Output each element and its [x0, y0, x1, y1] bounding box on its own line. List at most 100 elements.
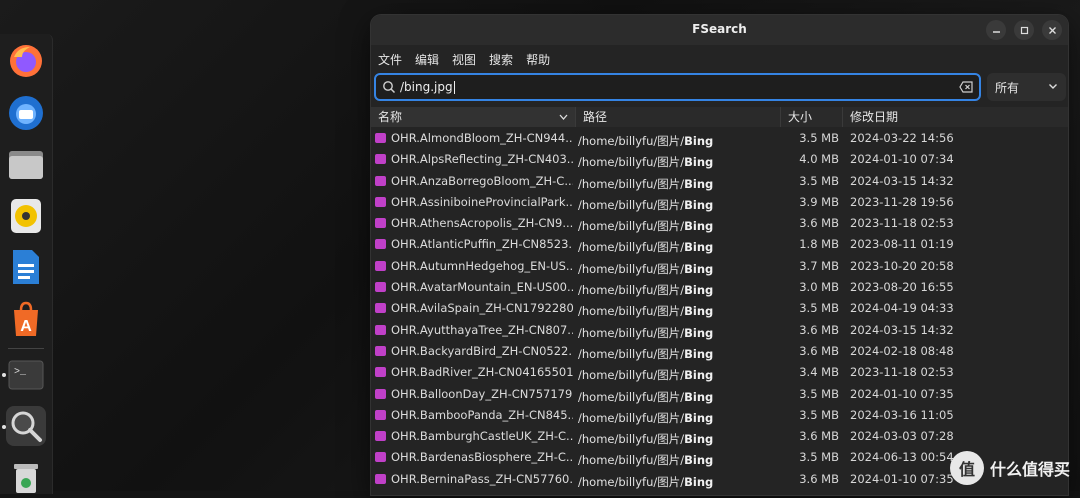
file-modified-date: 2024-06-13 00:54 [850, 450, 954, 465]
table-row[interactable]: OHR.BackyardBird_ZH-CN0522... /home/billy… [371, 341, 1068, 362]
watermark-text: 什么值得买 [989, 460, 1070, 479]
table-row[interactable]: OHR.BalloonDay_ZH-CN757179... /home/billy… [371, 384, 1068, 405]
filter-selected-label: 所有 [995, 81, 1020, 95]
table-row[interactable]: OHR.AlpsReflecting_ZH-CN403... /home/bill… [371, 149, 1068, 170]
file-size: 3.5 MB [799, 131, 839, 145]
image-file-icon [375, 218, 386, 229]
table-row[interactable]: OHR.AutumnHedgehog_EN-US... /home/billyfu… [371, 256, 1068, 277]
minimize-icon [992, 30, 1000, 33]
file-path-folder: Bing [684, 197, 714, 212]
column-header-path[interactable]: 路径 [576, 107, 781, 127]
file-path-prefix: /home/billyfu/图片/ [578, 155, 685, 170]
file-path-prefix: /home/billyfu/图片/ [578, 134, 685, 148]
menu-help[interactable]: 帮助 [525, 48, 556, 70]
menu-search[interactable]: 搜索 [488, 48, 519, 70]
watermark: 值 什么值得买 [949, 451, 1070, 485]
menu-file[interactable]: 文件 [377, 48, 408, 70]
table-row[interactable]: OHR.BadRiver_ZH-CN04165501... /home/billy… [371, 362, 1068, 383]
file-path-folder: Bing [684, 134, 714, 148]
image-file-icon [375, 260, 386, 271]
file-size: 3.0 MB [799, 280, 839, 295]
file-path-folder: Bing [684, 304, 714, 319]
thunderbird-icon[interactable] [6, 93, 46, 133]
search-query-text: /bing.jpg [400, 80, 455, 94]
file-name: OHR.AnzaBorregoBloom_ZH-C... [391, 173, 573, 188]
image-file-icon [375, 431, 386, 442]
rhythmbox-icon[interactable] [6, 196, 46, 236]
table-header: 名称 路径 大小 修改日期 [371, 107, 1068, 127]
menu-view[interactable]: 视图 [451, 48, 482, 70]
file-path-prefix: /home/billyfu/图片/ [578, 325, 685, 340]
file-modified-date: 2024-01-10 07:35 [850, 386, 954, 401]
files-icon[interactable] [6, 145, 46, 185]
table-row[interactable]: OHR.AtlanticPuffin_ZH-CN8523... /home/bil… [371, 234, 1068, 255]
table-row[interactable]: OHR.AthensAcropolis_ZH-CN9... /home/billy… [371, 213, 1068, 234]
table-row[interactable]: OHR.AssiniboineProvincialPark... /home/bi… [371, 192, 1068, 213]
file-path-prefix: /home/billyfu/图片/ [578, 283, 685, 298]
minimize-button[interactable] [986, 20, 1006, 40]
file-modified-date: 2024-03-15 14:32 [850, 173, 954, 188]
file-path-prefix: /home/billyfu/图片/ [578, 197, 685, 212]
firefox-icon[interactable] [6, 41, 46, 81]
file-size: 3.6 MB [799, 216, 839, 231]
file-path-folder: Bing [684, 453, 714, 468]
file-name: OHR.BardenasBiosphere_ZH-C... [391, 450, 573, 465]
file-name: OHR.AssiniboineProvincialPark... [391, 194, 573, 209]
file-size: 3.6 MB [799, 322, 839, 337]
file-path-folder: Bing [684, 432, 714, 447]
file-name: OHR.AvilaSpain_ZH-CN1792280... [391, 301, 573, 316]
menu-edit[interactable]: 编辑 [414, 48, 445, 70]
file-path-prefix: /home/billyfu/图片/ [578, 410, 685, 425]
file-name: OHR.AthensAcropolis_ZH-CN9... [391, 216, 573, 231]
maximize-button[interactable] [1014, 20, 1034, 40]
file-path-prefix: /home/billyfu/图片/ [578, 389, 685, 404]
file-size: 3.6 MB [799, 429, 839, 444]
close-button[interactable] [1042, 20, 1062, 40]
column-header-name[interactable]: 名称 [371, 107, 576, 127]
file-path-prefix: /home/billyfu/图片/ [578, 432, 685, 447]
menu-bar: 文件 编辑 视图 搜索 帮助 [371, 48, 1068, 70]
image-file-icon [375, 388, 386, 399]
filter-dropdown[interactable]: 所有 [987, 73, 1066, 101]
table-row[interactable]: OHR.AnzaBorregoBloom_ZH-C... /home/billyf… [371, 171, 1068, 192]
image-file-icon [375, 452, 386, 463]
fsearch-icon[interactable] [6, 406, 46, 446]
terminal-icon[interactable]: >_ [6, 355, 46, 395]
table-row[interactable]: OHR.BambooPanda_ZH-CN845... /home/billyfu… [371, 405, 1068, 426]
column-header-size[interactable]: 大小 [781, 107, 843, 127]
trash-icon[interactable] [6, 458, 46, 498]
file-modified-date: 2024-03-22 14:56 [850, 131, 954, 145]
file-name: OHR.BackyardBird_ZH-CN0522... [391, 343, 573, 358]
file-name: OHR.BadRiver_ZH-CN04165501... [391, 365, 573, 380]
sort-descending-icon [559, 114, 568, 120]
table-row[interactable]: OHR.AlmondBloom_ZH-CN944... /home/billyfu… [371, 128, 1068, 149]
app-center-icon[interactable]: A [6, 299, 46, 339]
file-size: 3.6 MB [799, 343, 839, 358]
file-modified-date: 2024-03-16 11:05 [850, 407, 954, 422]
clear-search-icon[interactable] [959, 81, 973, 93]
file-modified-date: 2023-10-20 20:58 [850, 258, 954, 273]
file-path-prefix: /home/billyfu/图片/ [578, 219, 685, 234]
search-input[interactable]: /bing.jpg [374, 73, 981, 101]
file-path-folder: Bing [684, 389, 714, 404]
table-row[interactable]: OHR.AvilaSpain_ZH-CN1792280... /home/bill… [371, 298, 1068, 319]
file-path-folder: Bing [684, 176, 714, 191]
table-row[interactable]: OHR.AvatarMountain_EN-US00... /home/billy… [371, 277, 1068, 298]
image-file-icon [375, 473, 386, 484]
file-path-prefix: /home/billyfu/图片/ [578, 261, 685, 276]
file-name: OHR.BambooPanda_ZH-CN845... [391, 407, 573, 422]
title-bar[interactable]: FSearch [371, 15, 1068, 45]
libreoffice-writer-icon[interactable] [6, 247, 46, 287]
file-modified-date: 2024-04-19 04:33 [850, 301, 954, 316]
file-path-folder: Bing [684, 474, 714, 489]
table-row[interactable]: OHR.AyutthayaTree_ZH-CN807... /home/billy… [371, 320, 1068, 341]
table-row[interactable]: OHR.BamburghCastleUK_ZH-C... /home/billyf… [371, 426, 1068, 447]
image-file-icon [375, 282, 386, 293]
image-file-icon [375, 239, 386, 250]
search-icon [383, 81, 396, 94]
file-modified-date: 2024-03-03 07:28 [850, 429, 954, 444]
column-header-modified[interactable]: 修改日期 [843, 107, 943, 127]
file-path-folder: Bing [684, 325, 714, 340]
file-name: OHR.BalloonDay_ZH-CN757179... [391, 386, 573, 401]
file-path-prefix: /home/billyfu/图片/ [578, 346, 685, 361]
